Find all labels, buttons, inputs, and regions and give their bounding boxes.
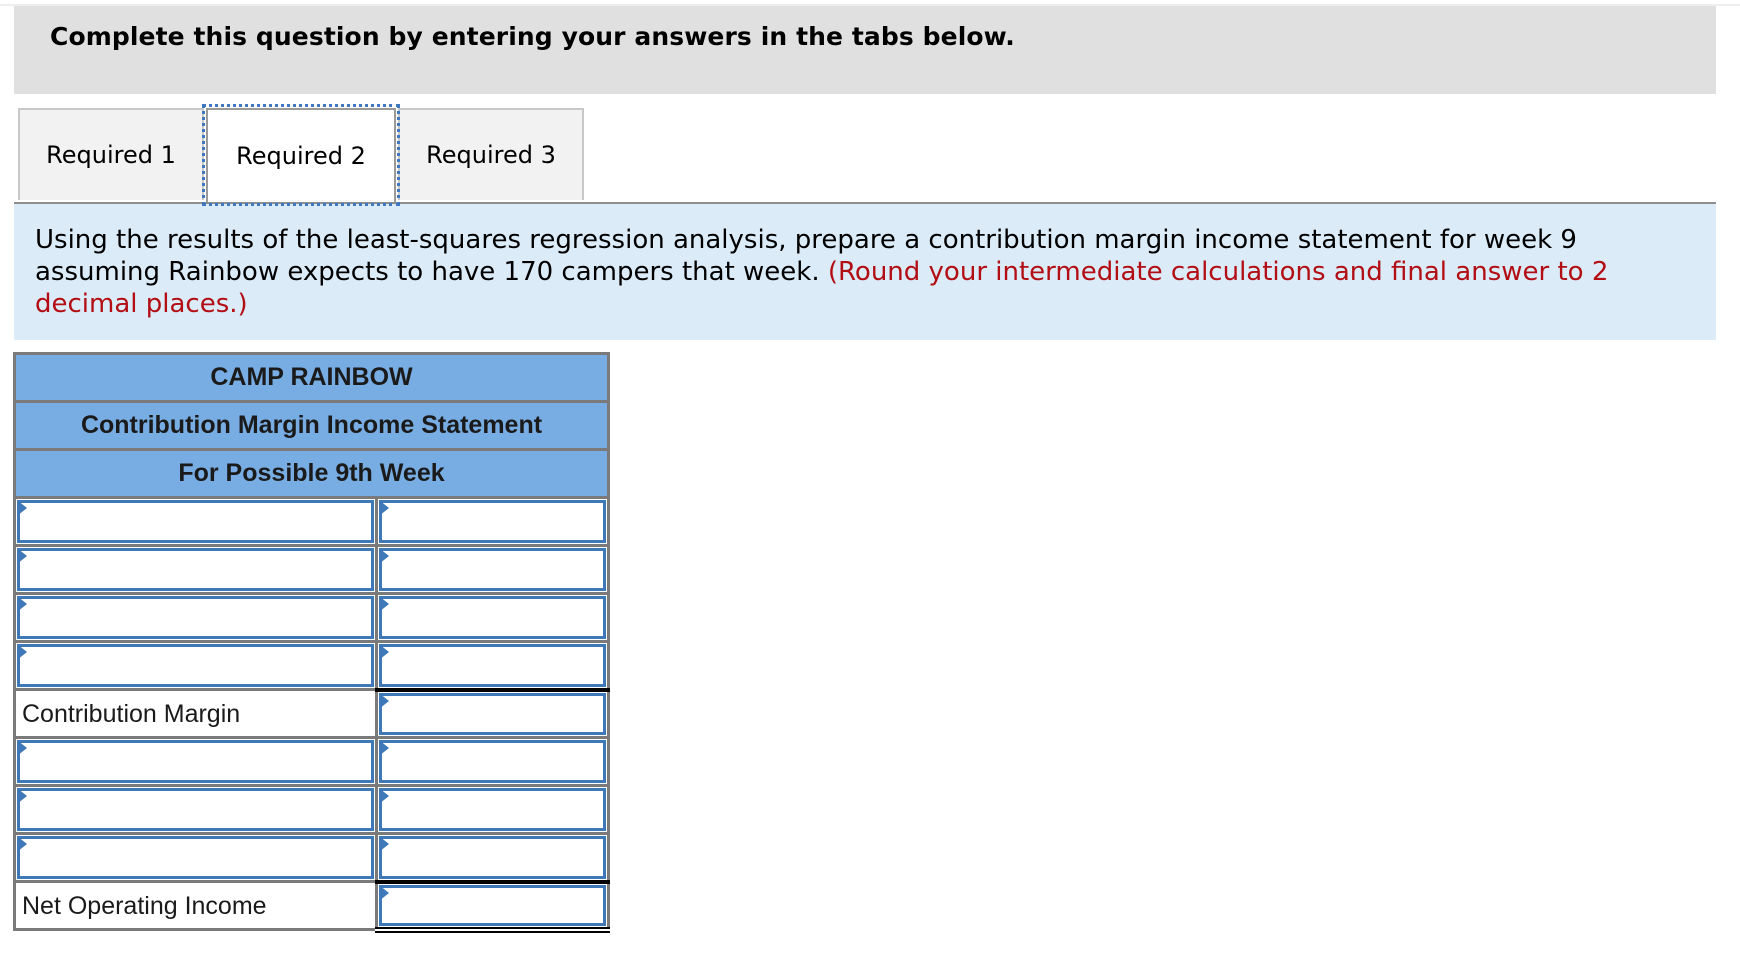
table-row bbox=[13, 496, 611, 547]
table-row bbox=[13, 832, 611, 883]
tab-label: Required 1 bbox=[46, 141, 176, 169]
line-item-amount-input[interactable] bbox=[378, 500, 606, 543]
tab-label: Required 2 bbox=[236, 142, 366, 170]
table-row bbox=[13, 544, 611, 595]
table-row bbox=[13, 736, 611, 787]
net-operating-income-row: Net Operating Income bbox=[13, 879, 611, 933]
line-item-label-dropdown[interactable] bbox=[17, 596, 374, 639]
line-item-amount-input[interactable] bbox=[378, 740, 606, 783]
contribution-margin-amount-input[interactable] bbox=[378, 692, 606, 735]
tab-required-3[interactable]: Required 3 bbox=[398, 108, 584, 200]
line-item-amount-input[interactable] bbox=[378, 596, 606, 639]
line-item-amount-input[interactable] bbox=[378, 788, 606, 831]
contribution-margin-label: Contribution Margin bbox=[22, 699, 241, 728]
income-statement-table: CAMP RAINBOW Contribution Margin Income … bbox=[13, 352, 611, 933]
question-prompt: Using the results of the least-squares r… bbox=[14, 204, 1716, 340]
line-item-label-dropdown[interactable] bbox=[17, 740, 374, 783]
tab-required-2[interactable]: Required 2 bbox=[202, 104, 400, 206]
tab-label: Required 3 bbox=[426, 141, 556, 169]
line-item-label-dropdown[interactable] bbox=[17, 548, 374, 591]
instruction-bar: Complete this question by entering your … bbox=[14, 6, 1716, 94]
line-item-amount-input[interactable] bbox=[378, 836, 606, 879]
table-row bbox=[13, 784, 611, 835]
net-operating-income-label: Net Operating Income bbox=[22, 891, 267, 920]
line-item-amount-input[interactable] bbox=[378, 644, 606, 687]
table-row bbox=[13, 640, 611, 691]
table-row bbox=[13, 592, 611, 643]
statement-title: Contribution Margin Income Statement bbox=[13, 400, 610, 451]
tab-required-1[interactable]: Required 1 bbox=[18, 108, 204, 200]
net-operating-income-amount-input[interactable] bbox=[378, 884, 606, 926]
line-item-label-dropdown[interactable] bbox=[17, 836, 374, 879]
contribution-margin-row: Contribution Margin bbox=[13, 687, 611, 739]
tab-bar: Required 1 Required 2 Required 3 bbox=[18, 104, 1716, 206]
company-name: CAMP RAINBOW bbox=[13, 352, 610, 403]
instruction-title: Complete this question by entering your … bbox=[50, 22, 1015, 51]
line-item-label-dropdown[interactable] bbox=[17, 500, 374, 543]
statement-period: For Possible 9th Week bbox=[13, 448, 610, 499]
line-item-label-dropdown[interactable] bbox=[17, 788, 374, 831]
line-item-label-dropdown[interactable] bbox=[17, 644, 374, 687]
line-item-amount-input[interactable] bbox=[378, 548, 606, 591]
